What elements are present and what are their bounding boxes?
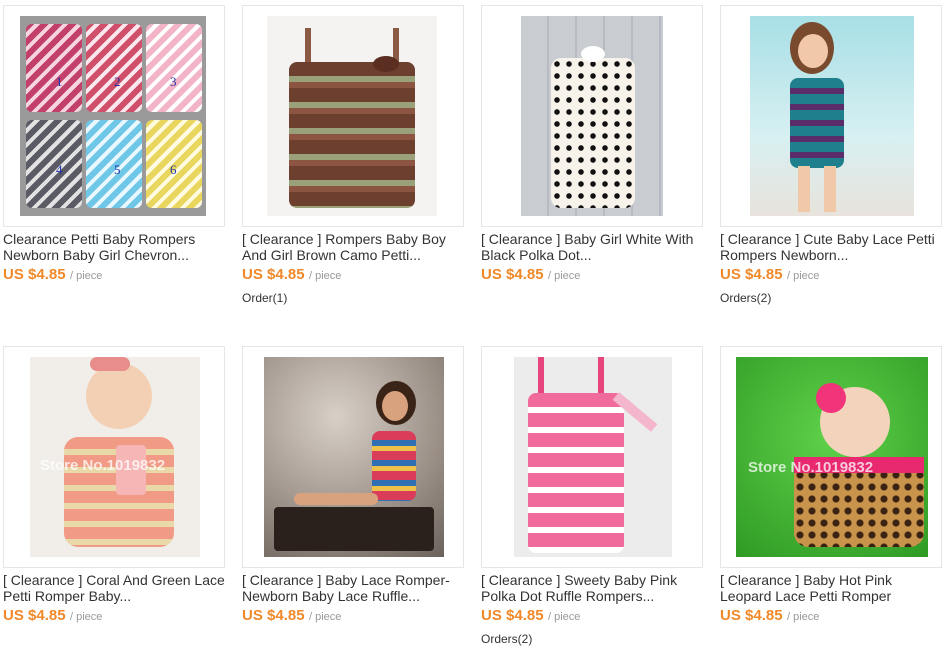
variant-number-label: 2 (114, 74, 121, 89)
price-line: US $4.85 / piece (720, 607, 819, 625)
baby-coral-romper-image: Store No.1019832 (30, 357, 200, 557)
product-thumbnail[interactable]: Store No.1019832 (720, 346, 942, 568)
variant-number-label: 5 (114, 162, 121, 177)
girl-teal-romper-image (750, 16, 914, 216)
price-line: US $4.85 / piece (481, 607, 580, 625)
product-title-link[interactable]: [ Clearance ] Coral And Green Lace Petti… (3, 572, 225, 604)
product-title-link[interactable]: [ Clearance ] Cute Baby Lace Petti Rompe… (720, 231, 942, 263)
price-line: US $4.85 / piece (481, 266, 580, 284)
store-watermark: Store No.1019832 (40, 457, 166, 474)
pink-polka-dot-romper-image (514, 357, 672, 557)
product-price: US $4.85 (242, 607, 305, 624)
product-price: US $4.85 (242, 266, 305, 283)
price-line: US $4.85 / piece (242, 266, 341, 284)
product-price: US $4.85 (481, 266, 544, 283)
order-count: Orders(2) (481, 632, 533, 646)
price-unit: / piece (70, 611, 103, 623)
price-unit: / piece (548, 611, 581, 623)
variant-number-label: 6 (170, 162, 177, 177)
baby-leopard-romper-image: Store No.1019832 (736, 357, 928, 557)
product-title-link[interactable]: [ Clearance ] Sweety Baby Pink Polka Dot… (481, 572, 703, 604)
price-unit: / piece (309, 270, 342, 282)
product-thumbnail[interactable] (481, 5, 703, 227)
product-title-link[interactable]: [ Clearance ] Baby Girl White With Black… (481, 231, 703, 263)
product-price: US $4.85 (3, 607, 66, 624)
price-unit: / piece (70, 270, 103, 282)
variant-number-label: 4 (56, 162, 63, 177)
product-title-link[interactable]: [ Clearance ] Rompers Baby Boy And Girl … (242, 231, 464, 263)
product-thumbnail[interactable] (242, 5, 464, 227)
price-line: US $4.85 / piece (720, 266, 819, 284)
price-line: US $4.85 / piece (242, 607, 341, 625)
price-unit: / piece (548, 270, 581, 282)
product-thumbnail[interactable] (481, 346, 703, 568)
product-title-link[interactable]: [ Clearance ] Baby Hot Pink Leopard Lace… (720, 572, 942, 604)
price-unit: / piece (787, 270, 820, 282)
price-line: US $4.85 / piece (3, 607, 102, 625)
variant-number-label: 1 (56, 74, 63, 89)
order-count: Orders(2) (720, 291, 772, 305)
brown-camo-romper-image (267, 16, 437, 216)
product-thumbnail[interactable]: Store No.1019832 (3, 346, 225, 568)
price-unit: / piece (309, 611, 342, 623)
product-thumbnail[interactable] (720, 5, 942, 227)
white-polka-dot-romper-image (521, 16, 663, 216)
girl-sitting-on-trunk-image (264, 357, 444, 557)
product-price: US $4.85 (720, 607, 783, 624)
price-unit: / piece (787, 611, 820, 623)
product-price: US $4.85 (481, 607, 544, 624)
store-watermark: Store No.1019832 (748, 459, 874, 476)
variant-number-label: 3 (170, 74, 177, 89)
product-thumbnail[interactable]: 1 2 3 4 5 6 (3, 5, 225, 227)
order-count: Order(1) (242, 291, 288, 305)
product-thumbnail[interactable] (242, 346, 464, 568)
product-price: US $4.85 (3, 266, 66, 283)
product-price: US $4.85 (720, 266, 783, 283)
price-line: US $4.85 / piece (3, 266, 102, 284)
six-chevron-petti-rompers-image: 1 2 3 4 5 6 (20, 16, 206, 216)
product-title-link[interactable]: Clearance Petti Baby Rompers Newborn Bab… (3, 231, 225, 263)
product-title-link[interactable]: [ Clearance ] Baby Lace Romper- Newborn … (242, 572, 464, 604)
